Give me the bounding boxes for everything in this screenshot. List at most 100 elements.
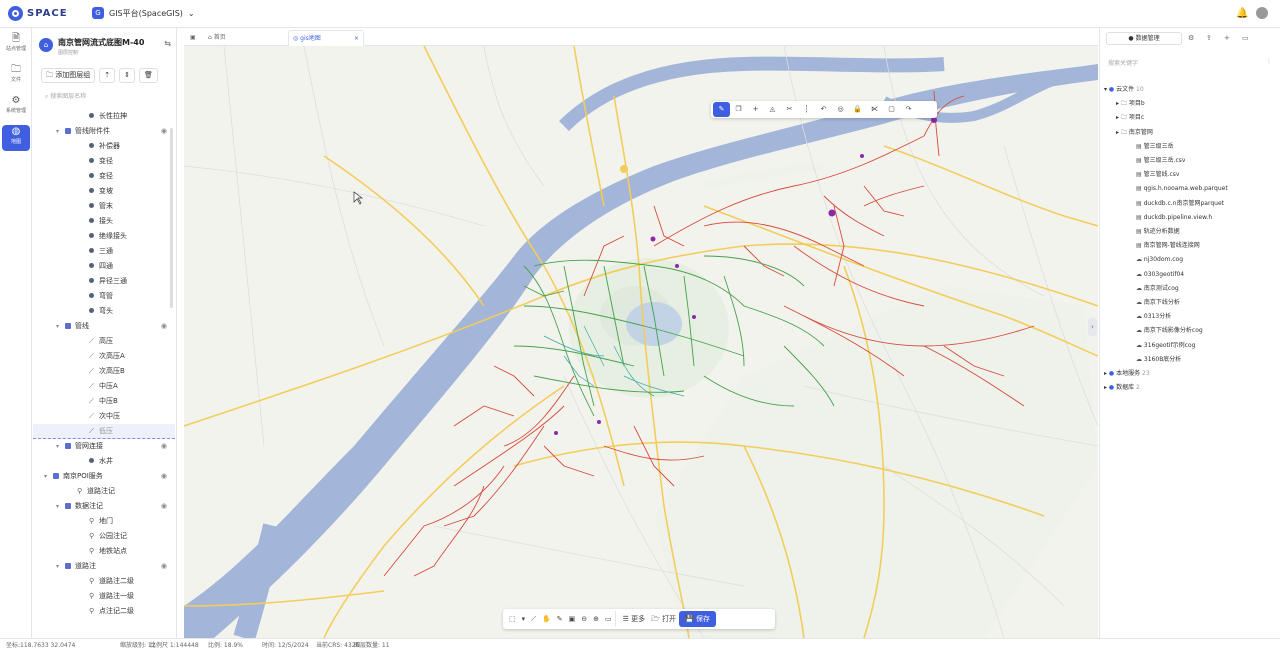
data-row[interactable]: ▸ 🗀 项目c: [1104, 111, 1144, 125]
layer-row[interactable]: ▾ 数据注记 ◉: [33, 499, 175, 514]
layer-row[interactable]: ⚲ 公园注记: [33, 529, 175, 544]
data-manage-tab[interactable]: ● 数据管理: [1106, 32, 1182, 45]
sort-up-button[interactable]: ⇡: [99, 68, 116, 83]
save-button[interactable]: 💾 保存: [679, 611, 717, 627]
app-logo[interactable]: SPACE: [8, 6, 68, 21]
layer-row[interactable]: 三通: [33, 244, 175, 259]
data-row[interactable]: ▾ ● 云文件 10: [1104, 83, 1144, 97]
settings-icon[interactable]: ⚙: [1188, 34, 1194, 42]
box-icon[interactable]: ▣: [566, 611, 579, 627]
menu-button[interactable]: ☰ 更多: [620, 611, 649, 627]
data-row[interactable]: ☁ 南京下线分析: [1104, 296, 1180, 310]
data-row[interactable]: ▸ 🗀 南京管网: [1104, 126, 1153, 140]
layer-row[interactable]: ▾ 道路注 ◉: [33, 559, 175, 574]
layer-row[interactable]: ⚲ 地门: [33, 514, 175, 529]
copy-icon[interactable]: ❐: [730, 102, 747, 117]
undo-icon[interactable]: ↶: [815, 102, 832, 117]
data-row[interactable]: ☁ 南京下线影像分析cog: [1104, 324, 1203, 338]
tab-gis-map[interactable]: ◎ gis地图 ×: [288, 30, 364, 46]
data-row[interactable]: ☁ 3160B底分析: [1104, 353, 1181, 367]
map-canvas[interactable]: ✎ ❐ + ◬ ✂ ┆ ↶ ◎ 🔒 ⋉ ▢ ↷: [184, 46, 1098, 638]
layer-row[interactable]: ▾ 管线附件件 ◉: [33, 124, 175, 139]
rail-item-3[interactable]: ◍ 地图: [2, 125, 30, 151]
pen-icon[interactable]: ✎: [713, 102, 730, 117]
scissor-alt-icon[interactable]: ⋉: [866, 102, 883, 117]
data-row[interactable]: ▤ qgis.h.nooama.web.parquet: [1104, 182, 1228, 196]
dash-icon[interactable]: ┆: [798, 102, 815, 117]
rail-item-2[interactable]: ⚙ 系统管理: [2, 94, 30, 120]
layer-row[interactable]: 弯头: [33, 304, 175, 319]
layer-row[interactable]: ⟋ 高压: [33, 334, 175, 349]
data-row[interactable]: ☁ nj30dom.cog: [1104, 253, 1183, 267]
layer-row[interactable]: 变坡: [33, 184, 175, 199]
data-row[interactable]: ▤ duckdb.pipeline.view.h: [1104, 211, 1212, 225]
data-row[interactable]: ▤ duckdb.c.n南京管网parquet: [1104, 197, 1224, 211]
layer-row[interactable]: ⟋ 次中压: [33, 409, 175, 424]
data-row[interactable]: ☁ 0313分析: [1104, 310, 1171, 324]
layer-row[interactable]: 补偿器: [33, 139, 175, 154]
rail-item-0[interactable]: 🗎 站点管理: [2, 32, 30, 58]
data-row[interactable]: ▤ 管三级三岳: [1104, 140, 1174, 154]
data-search-input[interactable]: 搜索关键字 ⋮: [1108, 58, 1272, 70]
layer-row[interactable]: ⚲ 道路注一级: [33, 589, 175, 604]
layer-row[interactable]: 变径: [33, 154, 175, 169]
data-row[interactable]: ☁ 南京测试cog: [1104, 282, 1179, 296]
dropdown-icon[interactable]: ▾: [519, 611, 529, 627]
zoom-in-icon[interactable]: ⊕: [590, 611, 602, 627]
plus-icon[interactable]: +: [747, 102, 764, 117]
scissors-icon[interactable]: ✂: [781, 102, 798, 117]
collapse-panel-handle[interactable]: ›: [1088, 318, 1097, 336]
layer-row[interactable]: 异径三通: [33, 274, 175, 289]
add-icon[interactable]: +: [1224, 34, 1230, 42]
eye-icon[interactable]: ◉: [161, 124, 167, 139]
zoom-out-icon[interactable]: ⊖: [578, 611, 590, 627]
expand-arrow-icon[interactable]: ▾: [56, 559, 59, 574]
layer-row[interactable]: ⟋ 低压: [33, 424, 175, 439]
tab-home[interactable]: ⌂ 首页: [204, 30, 230, 46]
expand-arrow-icon[interactable]: ▾: [56, 499, 59, 514]
filter-icon[interactable]: ⋮: [1266, 58, 1272, 65]
layer-row[interactable]: ⟋ 次高压A: [33, 349, 175, 364]
tab-menu-icon[interactable]: ▣: [186, 30, 200, 46]
data-row[interactable]: ▤ 南京管网-管线连接网: [1104, 239, 1200, 253]
layer-row[interactable]: ▾ 管线 ◉: [33, 319, 175, 334]
avatar[interactable]: [1256, 7, 1268, 19]
layer-row[interactable]: ⚲ 道路注二级: [33, 574, 175, 589]
layer-row[interactable]: ⚲ 道路注记: [33, 484, 175, 499]
paint-icon[interactable]: ◬: [764, 102, 781, 117]
close-icon[interactable]: ×: [354, 31, 359, 47]
data-row[interactable]: ▸ ● 数据库 2: [1104, 381, 1140, 395]
layer-search-input[interactable]: ⌕ 搜索图层名称: [41, 90, 173, 104]
layer-row[interactable]: ⚲ 地铁站点: [33, 544, 175, 559]
layer-row[interactable]: 变径: [33, 169, 175, 184]
layer-row[interactable]: ▾ 管网连接 ◉: [33, 439, 175, 454]
data-row[interactable]: ▤ 管三级三岳.csv: [1104, 154, 1185, 168]
rail-item-1[interactable]: 🗀 文件: [2, 63, 30, 89]
eye-icon[interactable]: ◉: [161, 499, 167, 514]
data-row[interactable]: ▤ 管三管线.csv: [1104, 168, 1179, 182]
layer-row[interactable]: 四通: [33, 259, 175, 274]
brush-icon[interactable]: ✎: [554, 611, 566, 627]
layer-row[interactable]: ⚲ 点注记二级: [33, 604, 175, 619]
data-row[interactable]: ☁ 316geotif示例cog: [1104, 339, 1195, 353]
target-icon[interactable]: ◎: [832, 102, 849, 117]
open-button[interactable]: 🗁 打开: [648, 611, 679, 627]
eye-icon[interactable]: ◉: [161, 319, 167, 334]
swap-icon[interactable]: ⇆: [164, 39, 171, 48]
layer-row[interactable]: ⟋ 中压A: [33, 379, 175, 394]
lock-icon[interactable]: 🔒: [849, 102, 866, 117]
eye-icon[interactable]: ◉: [161, 439, 167, 454]
minimize-icon[interactable]: ▭: [1242, 34, 1249, 42]
basemap[interactable]: [184, 46, 1098, 638]
expand-arrow-icon[interactable]: ▾: [44, 469, 47, 484]
layer-row[interactable]: 水井: [33, 454, 175, 469]
layer-row[interactable]: 弯管: [33, 289, 175, 304]
redo-icon[interactable]: ↷: [900, 102, 917, 117]
layer-row[interactable]: 管末: [33, 199, 175, 214]
data-row[interactable]: ▸ 🗀 项目b: [1104, 97, 1145, 111]
eye-icon[interactable]: ◉: [161, 559, 167, 574]
layer-row[interactable]: 接头: [33, 214, 175, 229]
layer-row[interactable]: 长性拉抻: [33, 109, 175, 124]
hand-icon[interactable]: ✋: [539, 611, 554, 627]
expand-arrow-icon[interactable]: ▾: [56, 124, 59, 139]
